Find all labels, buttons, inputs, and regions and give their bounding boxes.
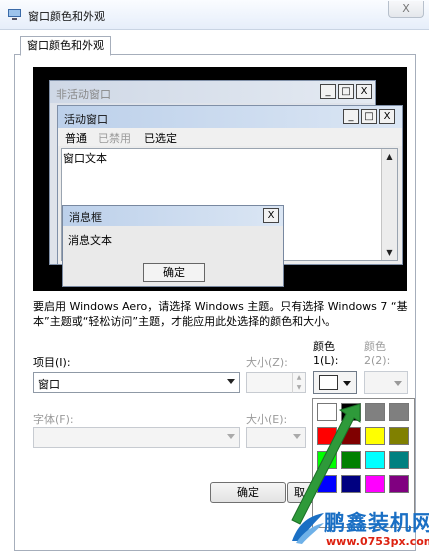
ok-button[interactable]: 确定 — [210, 482, 286, 503]
color1-label-line2: 1(L): — [313, 354, 339, 367]
color2-label-line2: 2(2): — [364, 354, 391, 367]
spin-down-icon[interactable]: ▼ — [292, 383, 305, 393]
color1-button[interactable] — [313, 371, 357, 394]
close-button[interactable]: X — [388, 1, 424, 18]
chevron-down-icon — [227, 434, 235, 439]
message-box-preview[interactable]: 消息框 X 消息文本 确定 — [62, 205, 284, 287]
color1-swatch — [319, 375, 338, 390]
color2-label-line1: 颜色 — [364, 340, 386, 353]
item-value: 窗口 — [38, 378, 60, 391]
msgbox-caption: 消息框 X — [63, 206, 283, 226]
color1-label-line1: 颜色 — [313, 340, 335, 353]
msgbox-title: 消息框 — [69, 211, 102, 224]
window-title: 窗口颜色和外观 — [28, 10, 105, 23]
window-text: 窗口文本 — [63, 152, 107, 165]
watermark: 鹏鑫装机网 www.0753px.com — [288, 505, 429, 551]
tab-window-color-appearance[interactable]: 窗口颜色和外观 — [20, 36, 111, 56]
minimize-icon: _ — [343, 109, 359, 124]
watermark-logo-icon — [292, 513, 324, 544]
title-bar: 窗口颜色和外观 X — [0, 0, 429, 30]
watermark-url: www.0753px.com — [326, 535, 429, 548]
active-caption-buttons: _ □ X — [343, 109, 395, 124]
maximize-icon: □ — [338, 84, 354, 99]
close-icon: X — [263, 208, 279, 223]
preview-scrollbar[interactable]: ▲ ▼ — [381, 149, 397, 260]
chevron-down-icon — [227, 379, 235, 384]
display-properties-icon — [8, 9, 21, 20]
close-icon: X — [379, 109, 395, 124]
size1-label: 大小(Z): — [246, 356, 288, 369]
scroll-up-icon[interactable]: ▲ — [382, 149, 397, 164]
palette-color-cell[interactable] — [389, 451, 409, 469]
palette-color-cell[interactable] — [389, 403, 409, 421]
msgbox-caption-buttons: X — [263, 208, 279, 223]
inactive-window-title: 非活动窗口 — [56, 88, 111, 101]
size1-spinner[interactable]: ▲ ▼ — [246, 372, 306, 393]
palette-color-cell[interactable] — [389, 475, 409, 493]
palette-color-cell[interactable] — [389, 427, 409, 445]
inactive-caption: 非活动窗口 _ □ X — [50, 81, 375, 103]
preview-menu-bar: 普通 已禁用 已选定 — [58, 128, 402, 146]
msgbox-text: 消息文本 — [68, 234, 112, 247]
menu-selected[interactable]: 已选定 — [144, 130, 177, 146]
item-select[interactable]: 窗口 — [33, 372, 240, 393]
menu-normal[interactable]: 普通 — [65, 130, 87, 146]
menu-disabled[interactable]: 已禁用 — [98, 130, 131, 146]
inactive-caption-buttons: _ □ X — [320, 84, 372, 99]
scroll-down-icon[interactable]: ▼ — [382, 245, 397, 260]
color2-button[interactable] — [364, 371, 408, 394]
font-label: 字体(F): — [33, 413, 74, 426]
chevron-down-icon — [394, 381, 402, 386]
chevron-down-icon — [343, 381, 351, 386]
spin-up-icon[interactable]: ▲ — [292, 373, 305, 383]
minimize-icon: _ — [320, 84, 336, 99]
active-caption: 活动窗口 _ □ X — [58, 106, 402, 128]
close-icon: X — [356, 84, 372, 99]
item-label: 项目(I): — [33, 356, 71, 369]
maximize-icon: □ — [361, 109, 377, 124]
font-select[interactable] — [33, 427, 240, 448]
active-window-title: 活动窗口 — [64, 113, 108, 126]
preview-ok-button[interactable]: 确定 — [143, 263, 205, 282]
aero-note: 要启用 Windows Aero，请选择 Windows 主题。只有选择 Win… — [33, 300, 408, 328]
watermark-brand: 鹏鑫装机网 — [324, 511, 429, 535]
